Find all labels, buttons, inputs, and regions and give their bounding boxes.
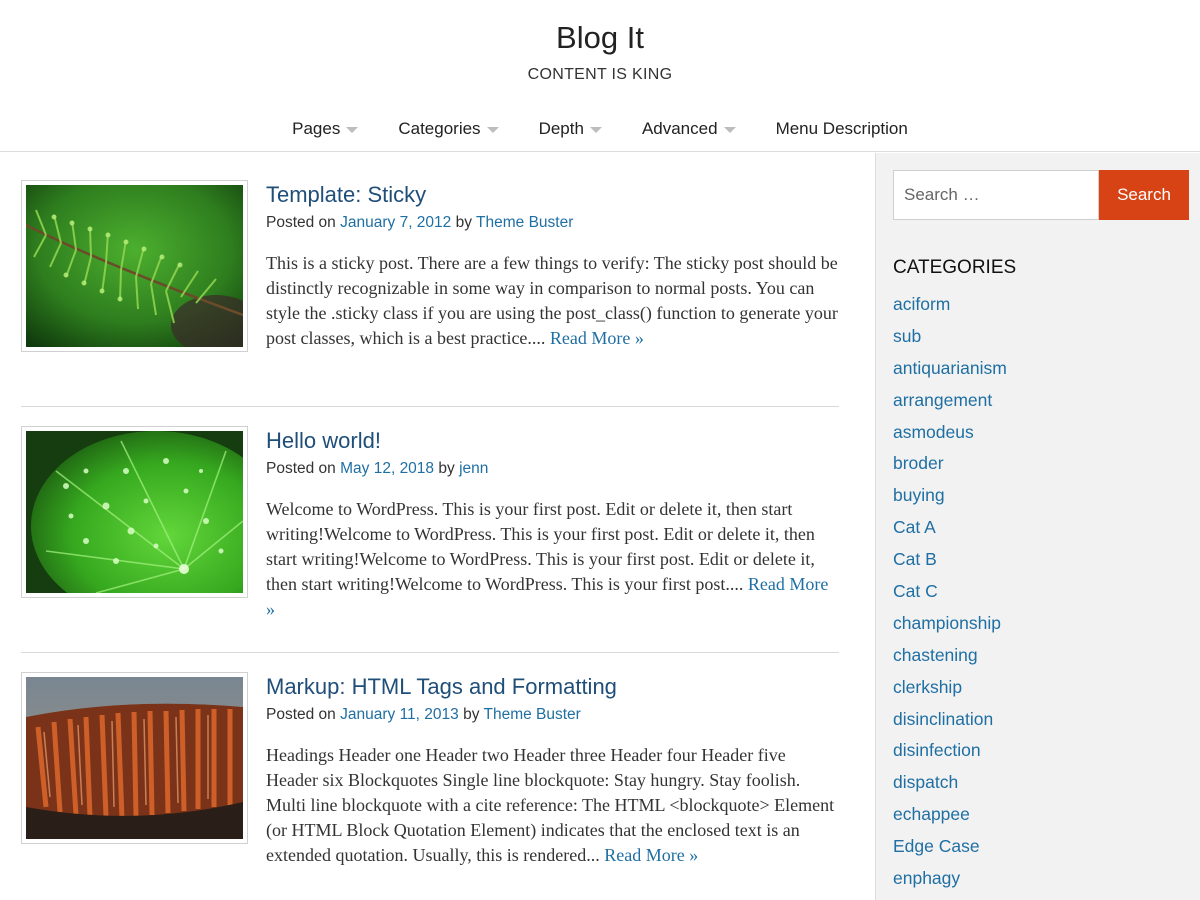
post-meta: Posted on January 7, 2012 by Theme Buste… — [266, 212, 841, 234]
category-link[interactable]: buying — [893, 483, 1007, 515]
post-date-link[interactable]: January 11, 2013 — [340, 706, 459, 723]
post-excerpt: Welcome to WordPress. This is your first… — [266, 497, 841, 622]
search-button[interactable]: Search — [1099, 170, 1189, 220]
post-body: Markup: HTML Tags and Formatting Posted … — [266, 672, 841, 868]
category-link[interactable]: arrangement — [893, 388, 1007, 420]
post-date-link[interactable]: May 12, 2018 — [340, 460, 434, 477]
nav-item-depth[interactable]: Depth — [519, 117, 622, 141]
leaf-image — [26, 431, 243, 593]
nav-item-menu-description[interactable]: Menu Description — [756, 117, 928, 141]
category-link[interactable]: enphagy — [893, 866, 1007, 898]
sidebar: Search CATEGORIES aciform sub antiquaria… — [875, 153, 1200, 900]
bark-image — [26, 677, 243, 839]
category-link[interactable]: disinfection — [893, 738, 1007, 770]
post-divider — [21, 406, 839, 407]
category-link[interactable]: Cat A — [893, 515, 1007, 547]
category-link[interactable]: chastening — [893, 643, 1007, 675]
chevron-down-icon — [589, 127, 602, 133]
by-label: by — [463, 706, 480, 723]
post-author-link[interactable]: Theme Buster — [483, 706, 580, 723]
post-excerpt: This is a sticky post. There are a few t… — [266, 251, 841, 351]
nav-item-label: Pages — [292, 119, 341, 138]
post-thumbnail[interactable] — [21, 426, 248, 598]
nav-item-advanced[interactable]: Advanced — [622, 117, 756, 141]
category-link[interactable]: echappee — [893, 802, 1007, 834]
site-title[interactable]: Blog It — [0, 20, 1200, 56]
posted-on-label: Posted on — [266, 214, 336, 231]
category-link[interactable]: broder — [893, 451, 1007, 483]
main-navigation: Pages Categories Depth Advanced Menu Des… — [0, 117, 1200, 141]
chevron-down-icon — [486, 127, 499, 133]
nav-item-label: Advanced — [641, 119, 718, 138]
chevron-down-icon — [723, 127, 736, 133]
categories-widget-title: CATEGORIES — [893, 257, 1017, 278]
by-label: by — [438, 460, 455, 477]
search-input[interactable] — [893, 170, 1099, 220]
post-meta: Posted on May 12, 2018 by jenn — [266, 458, 841, 480]
category-link[interactable]: championship — [893, 611, 1007, 643]
nav-item-label: Depth — [538, 119, 584, 138]
nav-item-pages[interactable]: Pages — [272, 117, 378, 141]
nav-item-label: Categories — [398, 119, 481, 138]
category-link[interactable]: clerkship — [893, 675, 1007, 707]
excerpt-text: Headings Header one Header two Header th… — [266, 745, 835, 865]
search-form: Search — [893, 170, 1189, 220]
posted-on-label: Posted on — [266, 706, 336, 723]
fern-image — [26, 185, 243, 347]
category-link[interactable]: asmodeus — [893, 420, 1007, 452]
post-meta: Posted on January 11, 2013 by Theme Bust… — [266, 704, 841, 726]
site-header: Blog It CONTENT IS KING Pages Categories… — [0, 0, 1200, 152]
category-link[interactable]: aciform — [893, 292, 1007, 324]
read-more-link[interactable]: Read More » — [550, 328, 644, 348]
category-link[interactable]: dispatch — [893, 770, 1007, 802]
post-title[interactable]: Markup: HTML Tags and Formatting — [266, 672, 841, 702]
post-body: Template: Sticky Posted on January 7, 20… — [266, 180, 841, 351]
chevron-down-icon — [346, 127, 359, 133]
post-thumbnail[interactable] — [21, 180, 248, 352]
category-link[interactable]: Cat B — [893, 547, 1007, 579]
post-date-link[interactable]: January 7, 2012 — [340, 214, 451, 231]
site-tagline: CONTENT IS KING — [527, 66, 673, 83]
category-link[interactable]: disinclination — [893, 707, 1007, 739]
post-divider — [21, 652, 839, 653]
nav-item-label: Menu Description — [775, 119, 908, 138]
category-link[interactable]: antiquarianism — [893, 356, 1007, 388]
category-link[interactable]: Edge Case — [893, 834, 1007, 866]
by-label: by — [455, 214, 472, 231]
excerpt-text: Welcome to WordPress. This is your first… — [266, 499, 815, 594]
main-content: Template: Sticky Posted on January 7, 20… — [0, 153, 875, 900]
post-excerpt: Headings Header one Header two Header th… — [266, 743, 841, 868]
category-link[interactable]: sub — [893, 324, 1007, 356]
read-more-link[interactable]: Read More » — [604, 845, 698, 865]
post-author-link[interactable]: jenn — [459, 460, 488, 477]
post-title[interactable]: Template: Sticky — [266, 180, 841, 210]
category-link[interactable]: Cat C — [893, 579, 1007, 611]
post-body: Hello world! Posted on May 12, 2018 by j… — [266, 426, 841, 622]
post-author-link[interactable]: Theme Buster — [476, 214, 573, 231]
post-thumbnail[interactable] — [21, 672, 248, 844]
categories-list: aciform sub antiquarianism arrangement a… — [893, 292, 1007, 898]
nav-item-categories[interactable]: Categories — [378, 117, 518, 141]
post-title[interactable]: Hello world! — [266, 426, 841, 456]
posted-on-label: Posted on — [266, 460, 336, 477]
